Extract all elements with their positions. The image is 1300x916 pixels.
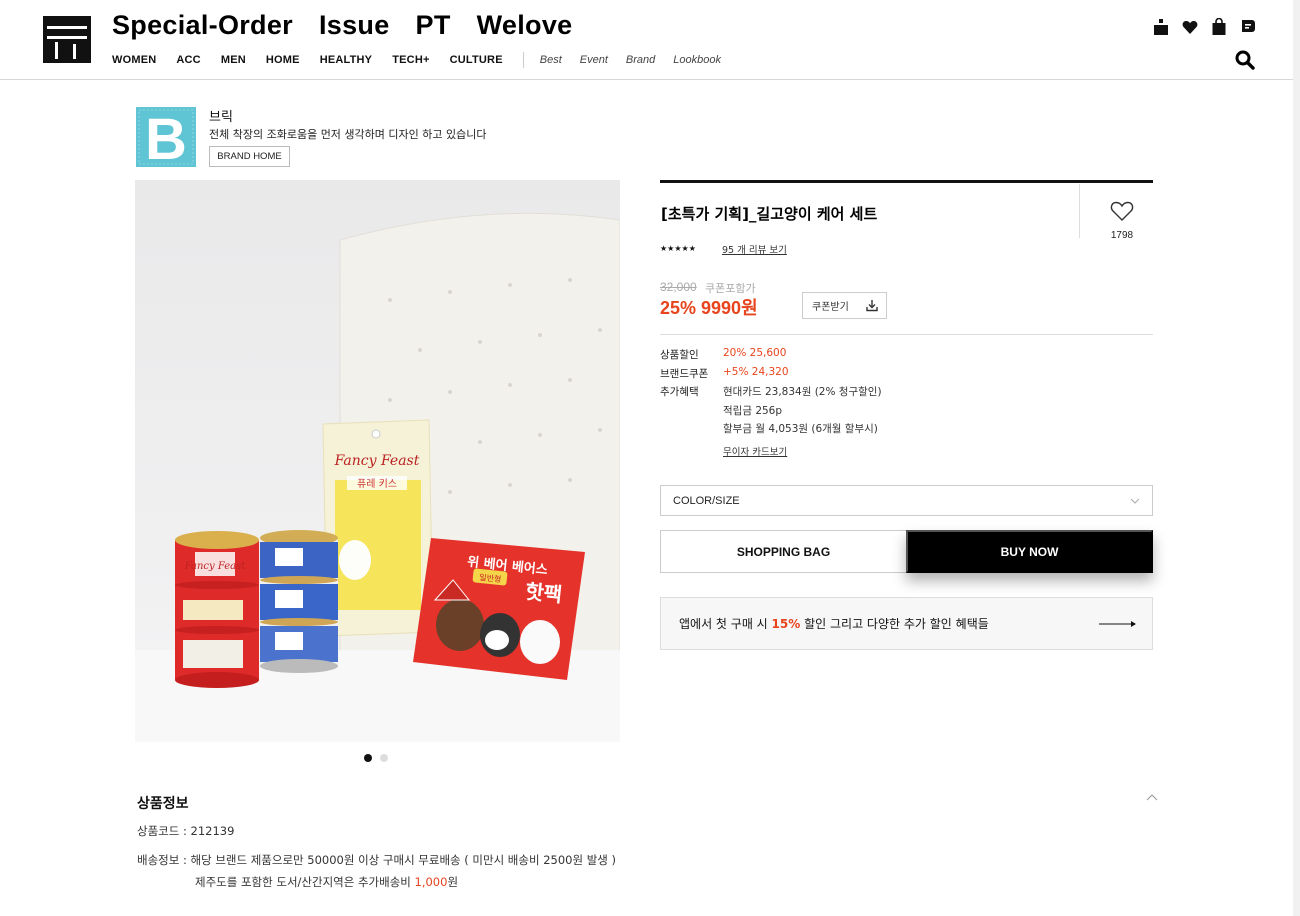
brand-logo[interactable]: B xyxy=(136,107,196,172)
sub-nav-best[interactable]: Best xyxy=(540,54,562,66)
shipping-extra-suffix: 원 xyxy=(447,875,459,889)
original-price: 32,000 xyxy=(660,280,697,294)
hotpack-sub-text: 핫팩 xyxy=(524,579,563,607)
review-link[interactable]: 95 개 리뷰 보기 xyxy=(722,242,787,256)
nav-issue[interactable]: Issue xyxy=(319,10,390,41)
final-price: 25% 9990원 xyxy=(660,298,758,318)
rating-stars: ★★★★★ xyxy=(660,244,696,253)
category-acc[interactable]: ACC xyxy=(176,54,200,66)
app-discount-banner[interactable]: 앱에서 첫 구매 시 15% 할인 그리고 다양한 추가 할인 혜택들 xyxy=(660,597,1153,650)
product-title: [초특가 기획]_길고양이 케어 세트 xyxy=(661,205,878,223)
shopping-bag-button[interactable]: SHOPPING BAG xyxy=(660,530,907,573)
wish-divider xyxy=(1079,184,1080,238)
shipping-info: 배송정보 : 해당 브랜드 제품으로만 50000원 이상 구매시 무료배송 (… xyxy=(137,853,617,867)
nav-divider xyxy=(522,52,524,68)
category-home[interactable]: HOME xyxy=(266,54,300,66)
user-icon[interactable] xyxy=(1153,18,1169,36)
brand-name[interactable]: 브릭 xyxy=(209,106,233,125)
brand-coupon-value: +5% 24,320 xyxy=(723,366,789,378)
app-banner-prefix: 앱에서 첫 구매 시 xyxy=(679,617,772,631)
brand-coupon-label: 브랜드쿠폰 xyxy=(660,368,709,380)
title-divider xyxy=(660,180,1153,183)
nav-special-order[interactable]: Special-Order xyxy=(112,10,293,41)
product-image[interactable]: Fancy Feast 퓨레 키스 위 베어 베어스 일반형 핫팩 Fancy … xyxy=(135,180,620,742)
brand-description: 전체 착장의 조화로움을 먼저 생각하며 디자인 하고 있습니다 xyxy=(209,128,487,141)
benefit-points: 적립금 256p xyxy=(723,405,783,417)
top-nav: Special-Order Issue PT Welove xyxy=(112,10,572,41)
category-nav: WOMEN ACC MEN HOME HEALTHY TECH+ CULTURE… xyxy=(112,52,739,68)
heart-outline-icon xyxy=(1110,201,1134,221)
shipping-extra-text: 제주도를 포함한 도서/산간지역은 추가배송비 xyxy=(195,875,415,889)
category-culture[interactable]: CULTURE xyxy=(450,54,503,66)
heart-icon[interactable] xyxy=(1182,18,1198,36)
category-women[interactable]: WOMEN xyxy=(112,54,156,66)
coupon-button-label: 쿠폰받기 xyxy=(812,302,849,313)
category-healthy[interactable]: HEALTHY xyxy=(320,54,373,66)
carousel-dot[interactable] xyxy=(380,754,388,762)
discount-value: 20% 25,600 xyxy=(723,347,787,359)
shopping-bag-icon[interactable] xyxy=(1211,18,1227,36)
packet-label-text: 퓨레 키스 xyxy=(357,478,397,490)
benefit-label: 추가혜택 xyxy=(660,386,699,398)
brand-logo-letter: B xyxy=(145,107,187,167)
carousel-dots xyxy=(364,754,388,762)
can-brand-text: Fancy Feast xyxy=(184,561,246,572)
color-size-select[interactable]: COLOR/SIZE xyxy=(660,485,1153,516)
carousel-dot-active[interactable] xyxy=(364,754,372,762)
nav-pt[interactable]: PT xyxy=(416,10,451,41)
chevron-down-icon xyxy=(1130,498,1140,504)
arrow-right-icon xyxy=(1099,621,1136,627)
search-icon[interactable] xyxy=(1235,50,1255,70)
chevron-up-icon[interactable] xyxy=(1146,793,1158,801)
product-info-title: 상품정보 xyxy=(137,796,189,812)
chat-icon[interactable] xyxy=(1240,18,1256,36)
packet-brand-text: Fancy Feast xyxy=(334,453,420,469)
coupon-download-button[interactable]: 쿠폰받기 xyxy=(802,292,887,319)
sub-nav-lookbook[interactable]: Lookbook xyxy=(673,54,721,66)
header-icons xyxy=(1153,18,1256,36)
price-divider xyxy=(660,334,1153,335)
shipping-extra-amount: 1,000 xyxy=(414,875,448,889)
brand-home-button[interactable]: BRAND HOME xyxy=(209,146,290,167)
buy-now-button[interactable]: BUY NOW xyxy=(906,530,1153,573)
app-banner-percent: 15% xyxy=(771,616,801,631)
site-logo[interactable] xyxy=(43,16,91,63)
benefit-installment: 할부금 월 4,053원 (6개월 할부시) xyxy=(723,423,878,435)
interest-free-card-link[interactable]: 무이자 카드보기 xyxy=(723,444,787,458)
sub-nav-event[interactable]: Event xyxy=(580,54,608,66)
scrollbar[interactable] xyxy=(1293,0,1300,916)
app-banner-suffix: 할인 그리고 다양한 추가 할인 혜택들 xyxy=(800,617,989,631)
category-tech[interactable]: TECH+ xyxy=(392,54,429,66)
download-icon xyxy=(866,300,878,312)
site-header: Special-Order Issue PT Welove WOMEN ACC … xyxy=(0,0,1300,80)
discount-label: 상품할인 xyxy=(660,349,699,361)
shipping-info-extra: 제주도를 포함한 도서/산간지역은 추가배송비 1,000원 xyxy=(195,874,458,890)
product-code: 상품코드 : 212139 xyxy=(137,824,235,838)
nav-welove[interactable]: Welove xyxy=(477,10,573,41)
sub-nav-brand[interactable]: Brand xyxy=(626,54,655,66)
benefit-card: 현대카드 23,834원 (2% 청구할인) xyxy=(723,386,882,398)
category-men[interactable]: MEN xyxy=(221,54,246,66)
wish-count: 1798 xyxy=(1110,230,1134,241)
wishlist-button[interactable] xyxy=(1104,200,1140,226)
color-size-label: COLOR/SIZE xyxy=(673,494,740,507)
